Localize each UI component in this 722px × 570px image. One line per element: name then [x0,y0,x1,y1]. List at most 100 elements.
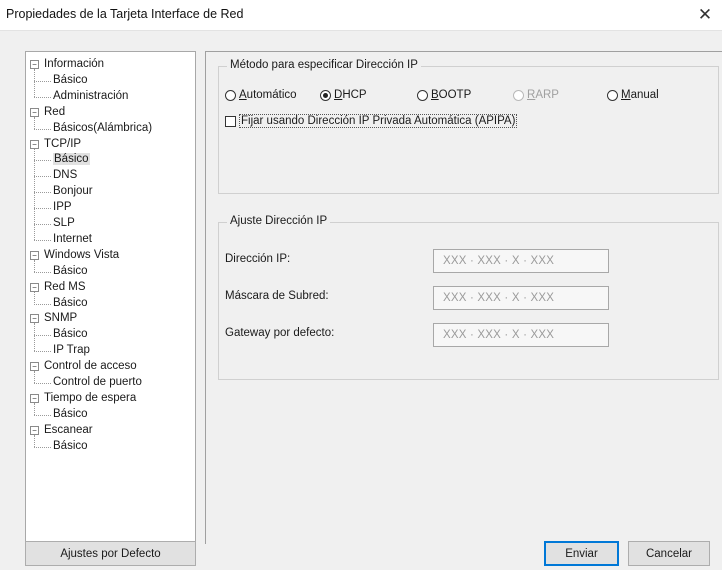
gateway-field[interactable]: XXX · XXX · X · XXX [433,323,609,347]
tree-connector [34,192,51,194]
tree-leaf[interactable]: Administración [53,89,128,103]
tree-leaf[interactable]: Básico [53,327,88,341]
tree-connector [34,371,35,383]
tree-item-label: Información [44,58,105,70]
tree-item-label: Administración [53,89,129,102]
radio-automatico[interactable]: Automático [225,89,297,101]
ip-settings-group-title: Ajuste Dirección IP [227,215,331,227]
tree-node[interactable]: Red MS [44,280,86,294]
tree-item-label: Básico [53,439,88,452]
tree-leaf[interactable]: Básico [53,439,88,453]
ip-address-field[interactable]: XXX · XXX · X · XXX [433,249,609,273]
tree-leaf[interactable]: Básico [53,407,88,421]
tree-leaf[interactable]: IP Trap [53,343,90,357]
tree-node[interactable]: Windows Vista [44,248,119,262]
radio-bootp[interactable]: BOOTP [417,89,471,101]
tree-leaf[interactable]: Básicos(Alámbrica) [53,121,152,135]
collapse-toggle-icon[interactable]: − [30,314,39,324]
tree-connector [34,96,51,98]
tree-connector [34,291,35,304]
tree-connector [34,434,35,447]
tree-connector [34,335,51,337]
tree-item-label: Control de acceso [44,360,137,373]
dialog-body: − Información Básico Administración − Red Bási… [0,31,722,570]
tree-node[interactable]: Tiempo de espera [44,391,136,405]
tree-connector [34,80,51,82]
tree-connector [34,128,51,130]
collapse-toggle-icon[interactable]: − [30,425,39,435]
tree-leaf[interactable]: Básico [53,73,88,87]
defaults-button[interactable]: Ajustes por Defecto [25,541,196,566]
close-icon: ✕ [697,5,713,24]
tree-connector [34,160,51,162]
tree-node[interactable]: Escanear [44,423,93,437]
tree-item-label: SNMP [44,312,78,325]
tree-item-label: IPP [53,201,72,214]
tree-connector [34,239,51,241]
tree-item-label: Control de puerto [53,376,142,388]
tree-item-label: Básico [53,73,88,86]
collapse-toggle-icon[interactable]: − [30,393,39,403]
tree-leaf[interactable]: Básico [53,264,88,278]
radio-manual-label: Manual [621,89,659,101]
collapse-toggle-icon[interactable]: − [30,282,39,292]
collapse-toggle-icon[interactable]: − [30,60,39,69]
radio-dhcp-circle[interactable] [320,89,331,101]
close-button[interactable]: ✕ [688,0,722,30]
radio-automatico-label-rest: utomático [246,89,297,101]
tree-leaf[interactable]: Básico [53,152,90,166]
tree-connector [34,259,35,272]
tree-node[interactable]: SNMP [44,311,77,325]
tree-connector [34,323,35,352]
tree-leaf[interactable]: Básico [53,296,88,310]
tree-connector [34,351,51,353]
radio-dhcp[interactable]: DHCP [320,89,367,101]
collapse-toggle-icon[interactable]: − [30,250,39,260]
tree-leaf[interactable]: IPP [53,200,72,214]
tree-node[interactable]: Control de acceso [44,359,137,373]
ip-address-value: XXX · XXX · X · XXX [443,255,555,267]
tree-item-label: Básico [53,264,88,277]
tree-connector [34,224,51,225]
radio-rarp[interactable]: RARP [513,89,559,101]
title-bar: Propiedades de la Tarjeta Interface de R… [0,0,722,31]
tree-leaf[interactable]: DNS [53,168,77,182]
radio-bootp-circle[interactable] [417,89,428,101]
tree-item-label: Windows Vista [44,248,120,261]
tree-leaf[interactable]: Internet [53,232,92,246]
subnet-mask-field[interactable]: XXX · XXX · X · XXX [433,286,609,310]
tree-connector [34,176,51,178]
subnet-mask-value: XXX · XXX · X · XXX [443,292,555,304]
ip-address-label: Dirección IP: [225,253,291,265]
tree-node[interactable]: Información [44,57,104,71]
collapse-toggle-icon[interactable]: − [30,362,39,372]
tree-leaf[interactable]: Control de puerto [53,375,142,389]
apipa-checkbox-box[interactable] [225,115,236,127]
tree-item-label: Básico [53,296,88,309]
tree-connector [34,402,35,415]
tree-leaf[interactable]: Bonjour [53,184,93,198]
tree-item-label: Internet [53,232,92,245]
tree-item-label: Escanear [44,423,93,436]
radio-rarp-label: RARP [527,89,559,101]
send-button[interactable]: Enviar [544,541,619,566]
collapse-toggle-icon[interactable]: − [30,139,39,149]
tree-node[interactable]: Red [44,105,65,119]
ip-method-group-title: Método para especificar Dirección IP [227,59,421,71]
radio-manual-circle[interactable] [607,89,618,101]
radio-automatico-circle[interactable] [225,89,236,101]
radio-rarp-circle[interactable] [513,89,524,101]
radio-bootp-label: BOOTP [431,89,472,101]
tree-item-label: Tiempo de espera [44,391,137,404]
subnet-mask-label: Máscara de Subred: [225,290,329,302]
apipa-checkbox[interactable]: Fijar usando Dirección IP Privada Automá… [225,114,518,128]
tree-leaf[interactable]: SLP [53,216,75,230]
tree-item-label: Red MS [44,280,86,293]
collapse-toggle-icon[interactable]: − [30,107,39,117]
tree-item-label: IP Trap [53,344,90,357]
cancel-button[interactable]: Cancelar [628,541,710,566]
gateway-value: XXX · XXX · X · XXX [443,329,555,341]
tree-node[interactable]: TCP/IP [44,137,81,151]
radio-manual[interactable]: Manual [607,89,659,101]
gateway-label: Gateway por defecto: [225,327,335,339]
